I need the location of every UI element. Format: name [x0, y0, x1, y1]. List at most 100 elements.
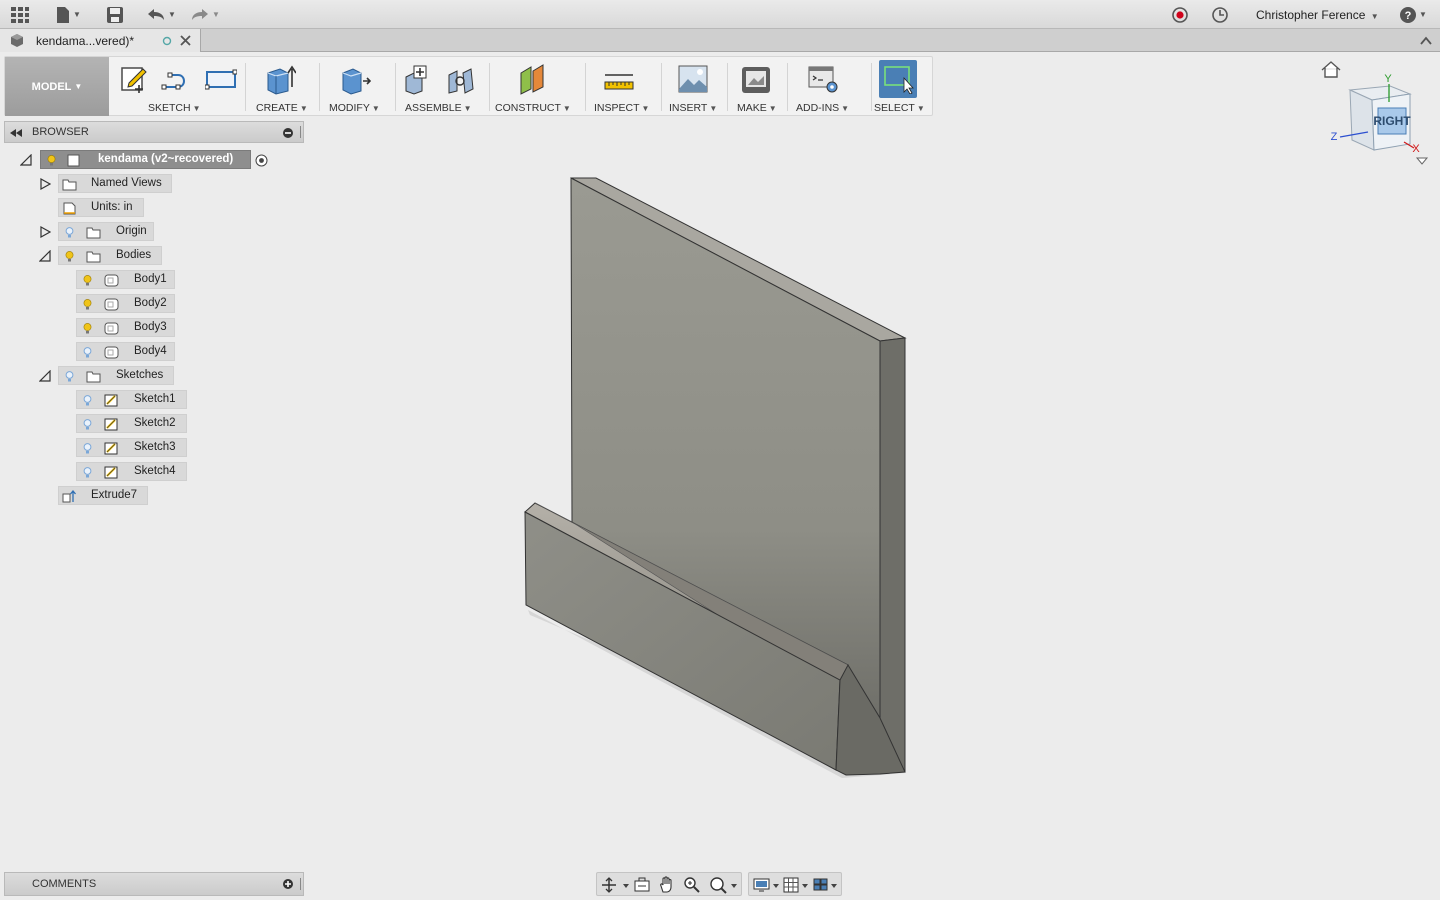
- add-ins-menu[interactable]: ADD-INS ▼: [796, 102, 849, 114]
- visibility-bulb-on-icon[interactable]: [83, 323, 92, 334]
- axis-z-label: Z: [1331, 131, 1338, 143]
- tree-node-sketch4[interactable]: Sketch4: [76, 462, 187, 481]
- collapse-triangle-icon[interactable]: [20, 154, 32, 166]
- assemble-menu[interactable]: ASSEMBLE ▼: [405, 102, 472, 114]
- minimize-panel-icon[interactable]: [283, 128, 293, 138]
- insert-menu-label: INSERT: [669, 102, 708, 114]
- body-icon: [104, 322, 119, 335]
- view-cube[interactable]: RIGHT Y Z X: [1318, 58, 1434, 170]
- zoom-icon[interactable]: [683, 876, 701, 894]
- sketch-menu[interactable]: SKETCH ▼: [148, 102, 201, 114]
- modify-menu[interactable]: MODIFY ▼: [329, 102, 380, 114]
- tree-node-bodies[interactable]: Bodies: [58, 246, 162, 265]
- comments-title: COMMENTS: [32, 878, 97, 890]
- tree-node-label: Units: in: [91, 201, 133, 213]
- visibility-bulb-on-icon[interactable]: [65, 251, 74, 262]
- view-cube-menu-chevron-icon[interactable]: [1415, 157, 1429, 165]
- tree-node-extrude[interactable]: Extrude7: [58, 486, 148, 505]
- pan-hand-icon[interactable]: [658, 876, 676, 894]
- collapse-triangle-icon[interactable]: [39, 250, 51, 262]
- tree-node-label: Body2: [134, 297, 167, 309]
- inspect-menu-label: INSPECT: [594, 102, 640, 114]
- inspect-menu[interactable]: INSPECT ▼: [594, 102, 649, 114]
- orbit-icon[interactable]: [601, 877, 629, 893]
- record-icon[interactable]: [1171, 4, 1189, 25]
- visibility-bulb-off-icon[interactable]: [83, 419, 92, 430]
- tree-node-units[interactable]: Units: in: [58, 198, 144, 217]
- grid-settings-icon[interactable]: [783, 877, 811, 893]
- tree-node-label: Sketch2: [134, 417, 176, 429]
- tree-root-node[interactable]: kendama (v2~recovered): [40, 150, 251, 169]
- visibility-bulb-on-icon[interactable]: [83, 299, 92, 310]
- 3d-print-icon[interactable]: [740, 63, 772, 95]
- undo-icon[interactable]: ▼: [146, 4, 176, 25]
- new-component-icon[interactable]: [400, 63, 432, 95]
- visibility-bulb-off-icon[interactable]: [83, 347, 92, 358]
- scripts-add-ins-icon[interactable]: [807, 63, 839, 95]
- toolbar-divider: [319, 63, 320, 111]
- measure-icon[interactable]: [603, 63, 635, 95]
- expand-triangle-icon[interactable]: [39, 226, 51, 238]
- tree-node-body4[interactable]: Body4: [76, 342, 175, 361]
- help-icon[interactable]: ? ▼: [1399, 4, 1427, 25]
- expand-triangle-icon[interactable]: [39, 178, 51, 190]
- joint-icon[interactable]: [445, 63, 477, 95]
- tree-node-body2[interactable]: Body2: [76, 294, 175, 313]
- display-settings-icon[interactable]: [753, 877, 781, 893]
- make-menu[interactable]: MAKE ▼: [737, 102, 777, 114]
- collapse-triangle-icon[interactable]: [39, 370, 51, 382]
- insert-canvas-icon[interactable]: [677, 63, 709, 95]
- tree-node-sketch1[interactable]: Sketch1: [76, 390, 187, 409]
- user-account-menu[interactable]: Christopher Ference ▼: [1256, 8, 1379, 22]
- fit-zoom-icon[interactable]: [709, 876, 739, 894]
- viewports-icon[interactable]: [813, 877, 841, 893]
- visibility-bulb-off-icon[interactable]: [83, 467, 92, 478]
- visibility-bulb-off-icon[interactable]: [65, 371, 74, 382]
- 3d-viewport[interactable]: [310, 118, 1440, 868]
- visibility-bulb-on-icon[interactable]: [47, 155, 56, 166]
- construct-menu[interactable]: CONSTRUCT ▼: [495, 102, 571, 114]
- line-tool-icon[interactable]: [160, 63, 192, 95]
- tree-node-body3[interactable]: Body3: [76, 318, 175, 337]
- panel-grip[interactable]: [300, 126, 302, 138]
- offset-plane-icon[interactable]: [517, 63, 549, 95]
- workspace-switcher-button[interactable]: MODEL ▼: [5, 57, 109, 116]
- extrude-icon[interactable]: [264, 63, 296, 95]
- panel-grip[interactable]: [300, 878, 302, 890]
- create-sketch-icon[interactable]: [117, 63, 149, 95]
- rectangle-tool-icon[interactable]: [205, 63, 237, 95]
- file-menu-icon[interactable]: ▼: [55, 4, 81, 25]
- comments-panel-header[interactable]: COMMENTS: [4, 872, 304, 896]
- look-at-icon[interactable]: [633, 877, 651, 893]
- tree-node-origin[interactable]: Origin: [58, 222, 154, 241]
- tree-node-label: Body4: [134, 345, 167, 357]
- select-menu[interactable]: SELECT ▼: [874, 102, 925, 114]
- create-menu[interactable]: CREATE ▼: [256, 102, 308, 114]
- job-status-clock-icon[interactable]: [1211, 4, 1229, 25]
- tree-node-sketch2[interactable]: Sketch2: [76, 414, 187, 433]
- home-view-icon[interactable]: [1321, 61, 1341, 78]
- save-icon[interactable]: [106, 4, 124, 25]
- activate-component-icon[interactable]: [255, 154, 268, 167]
- collapse-chevron-up-icon[interactable]: [1420, 36, 1432, 45]
- visibility-bulb-off-icon[interactable]: [83, 395, 92, 406]
- visibility-bulb-on-icon[interactable]: [83, 275, 92, 286]
- redo-icon[interactable]: ▼: [190, 4, 220, 25]
- model-body[interactable]: [524, 177, 907, 778]
- document-tab[interactable]: kendama...vered)*: [0, 29, 201, 52]
- visibility-bulb-off-icon[interactable]: [83, 443, 92, 454]
- collapse-panel-icon[interactable]: [10, 129, 22, 137]
- tree-node-sketch3[interactable]: Sketch3: [76, 438, 187, 457]
- data-panel-grid-icon[interactable]: [10, 4, 30, 25]
- expand-panel-plus-icon[interactable]: [283, 879, 293, 889]
- press-pull-icon[interactable]: [339, 63, 371, 95]
- tree-node-sketches[interactable]: Sketches: [58, 366, 174, 385]
- select-tool-button[interactable]: [879, 60, 917, 98]
- visibility-bulb-off-icon[interactable]: [65, 227, 74, 238]
- close-tab-icon[interactable]: [180, 35, 191, 46]
- inspect-group: INSPECT ▼: [587, 57, 659, 116]
- browser-panel-header: BROWSER: [4, 121, 304, 143]
- tree-node-named-views[interactable]: Named Views: [58, 174, 172, 193]
- tree-node-body1[interactable]: Body1: [76, 270, 175, 289]
- insert-menu[interactable]: INSERT ▼: [669, 102, 717, 114]
